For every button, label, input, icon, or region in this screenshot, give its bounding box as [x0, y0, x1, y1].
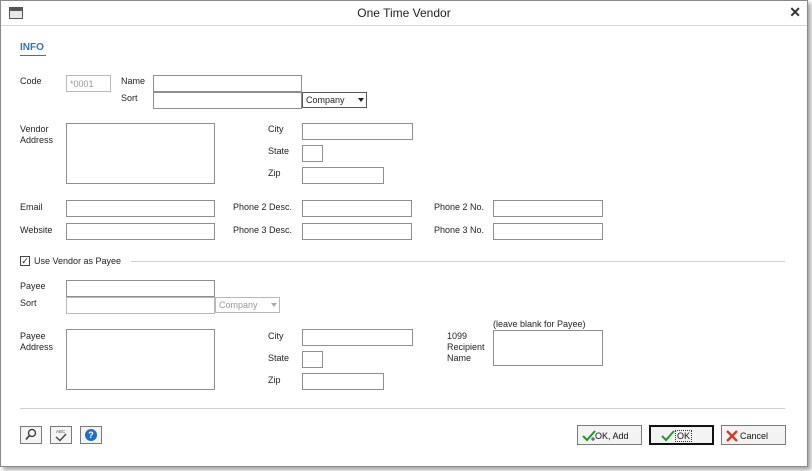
spellcheck-text: ABC	[56, 429, 66, 434]
phone3-desc-field[interactable]	[302, 223, 412, 240]
website-field[interactable]	[66, 223, 215, 240]
vendor-address-field[interactable]	[66, 123, 215, 184]
close-icon[interactable]: ✕	[789, 4, 801, 21]
payee-city-label: City	[268, 331, 284, 341]
payee-field[interactable]	[66, 280, 215, 297]
name-label: Name	[121, 76, 146, 86]
title-bar: One Time Vendor ✕	[1, 1, 807, 26]
sort-type-value: Company	[306, 95, 345, 105]
email-field[interactable]	[66, 200, 215, 217]
phone3-no-label: Phone 3 No.	[434, 225, 485, 235]
footer-divider	[20, 408, 785, 409]
payee-state-label: State	[268, 353, 290, 363]
ok-label: OK	[675, 430, 693, 442]
sort-type-select[interactable]: Company	[302, 92, 367, 108]
magnifier-icon	[25, 428, 37, 441]
payee-sort-type-select[interactable]: Company	[215, 297, 280, 313]
payee-sort-type-value: Company	[219, 300, 258, 310]
phone2-no-label: Phone 2 No.	[434, 202, 485, 212]
use-vendor-as-payee-label[interactable]: Use Vendor as Payee	[34, 256, 121, 267]
phone3-desc-label: Phone 3 Desc.	[233, 225, 293, 235]
payee-state-field[interactable]	[302, 351, 323, 368]
section-info-title: INFO	[20, 42, 44, 53]
window-title: One Time Vendor	[357, 6, 451, 20]
cancel-x-icon	[726, 430, 738, 442]
recipient-label-line2: Recipient	[447, 342, 485, 352]
recipient-hint: (leave blank for Payee)	[493, 319, 586, 329]
cancel-label: Cancel	[740, 431, 769, 441]
vendor-address-label-line1: Vendor	[20, 124, 49, 134]
payee-sort-field[interactable]	[66, 297, 215, 314]
search-button[interactable]	[20, 426, 42, 444]
dialog-window: One Time Vendor ✕ INFO Code Name Sort Co…	[0, 0, 808, 467]
city-field[interactable]	[302, 123, 413, 140]
help-icon: ?	[85, 429, 97, 441]
payee-address-field[interactable]	[66, 329, 215, 390]
state-label: State	[268, 146, 290, 156]
website-label: Website	[20, 225, 53, 235]
section-info-underline	[20, 55, 46, 56]
phone3-no-field[interactable]	[493, 223, 603, 240]
help-button[interactable]: ?	[80, 426, 102, 444]
sort-field[interactable]	[153, 92, 302, 109]
payee-address-label-line2: Address	[20, 342, 54, 352]
checkmark-icon	[661, 430, 675, 442]
section-divider	[131, 261, 785, 262]
payee-address-label-line1: Payee	[20, 331, 46, 341]
phone2-desc-field[interactable]	[302, 200, 412, 217]
code-label: Code	[20, 76, 42, 86]
chevron-down-icon	[358, 98, 364, 102]
name-field[interactable]	[153, 75, 302, 92]
ok-add-label: OK, Add	[595, 431, 629, 441]
zip-field[interactable]	[302, 167, 384, 184]
phone2-desc-label: Phone 2 Desc.	[233, 202, 293, 212]
chevron-down-icon	[271, 303, 277, 307]
ok-add-button[interactable]: OK, Add	[577, 425, 642, 445]
vendor-address-label-line2: Address	[20, 135, 54, 145]
ok-button[interactable]: OK	[649, 425, 714, 445]
payee-label: Payee	[20, 281, 46, 291]
recipient-label-line1: 1099	[447, 331, 468, 341]
spellcheck-button[interactable]: ABC	[50, 426, 72, 444]
city-label: City	[268, 124, 284, 134]
sort-label: Sort	[121, 93, 138, 103]
code-field[interactable]	[66, 75, 111, 92]
payee-city-field[interactable]	[302, 329, 413, 346]
recipient-label-line3: Name	[447, 353, 472, 363]
email-label: Email	[20, 202, 43, 212]
phone2-no-field[interactable]	[493, 200, 603, 217]
use-vendor-as-payee-checkbox[interactable]: ✓	[20, 256, 30, 266]
cancel-button[interactable]: Cancel	[721, 425, 786, 445]
payee-sort-label: Sort	[20, 298, 37, 308]
recipient-name-field[interactable]	[493, 330, 603, 366]
zip-label: Zip	[268, 168, 281, 178]
payee-zip-field[interactable]	[302, 373, 384, 390]
spellcheck-icon: ABC	[55, 429, 67, 442]
payee-zip-label: Zip	[268, 375, 281, 385]
help-glyph: ?	[88, 430, 94, 440]
state-field[interactable]	[302, 145, 323, 162]
